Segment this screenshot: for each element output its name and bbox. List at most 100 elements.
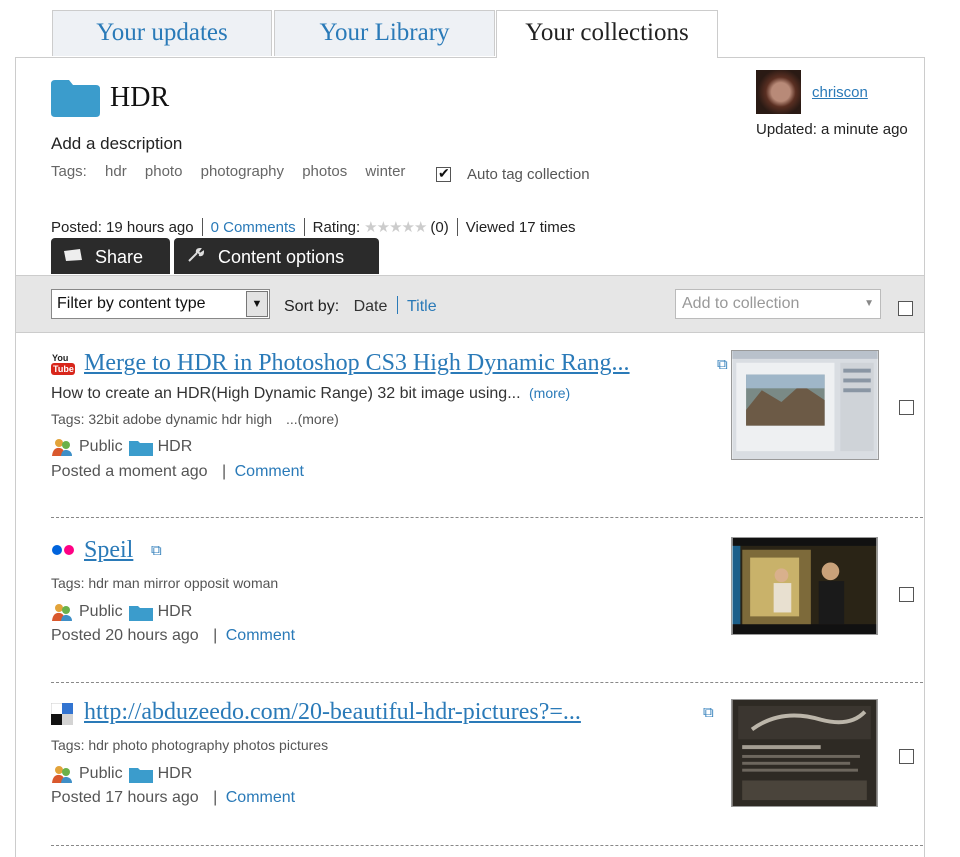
visibility-label: Public [79, 765, 123, 782]
collection-title: HDR [110, 82, 170, 113]
collection-name[interactable]: HDR [158, 438, 193, 456]
comment-link[interactable]: Comment [226, 627, 295, 644]
rating-count: (0) [430, 218, 449, 236]
external-link-icon[interactable]: ⧉ [703, 704, 714, 721]
external-link-icon[interactable]: ⧉ [717, 356, 728, 373]
tag-photography[interactable]: photography [201, 163, 284, 180]
youtube-icon: You Tube [51, 353, 75, 375]
tab-your-updates[interactable]: Your updates [52, 10, 272, 56]
add-to-collection-select[interactable]: Add to collection ▼ [675, 289, 881, 319]
tags-more-link[interactable]: ...(more) [286, 411, 339, 427]
posted-row: Posted 20 hours ago | Comment [51, 627, 296, 644]
divider [396, 296, 398, 314]
item-description: How to create an HDR(High Dynamic Range)… [51, 385, 570, 403]
content-options-button[interactable]: Content options [174, 238, 379, 274]
delicious-icon [51, 703, 73, 725]
content-type-filter[interactable]: Filter by content type ▼ [51, 289, 270, 319]
share-icon [64, 249, 82, 261]
item-thumbnail[interactable] [731, 699, 878, 807]
posted-time: Posted a moment ago [51, 463, 208, 480]
rating-label: Rating: [312, 218, 361, 236]
posted-time: Posted: 19 hours ago [51, 218, 194, 236]
folder-icon [128, 440, 153, 456]
list-item: http://abduzeedo.com/20-beautiful-hdr-pi… [51, 699, 921, 819]
sort-by: Sort by: Date Title [284, 296, 437, 316]
folder-icon [128, 605, 153, 621]
tag-winter[interactable]: winter [365, 163, 405, 180]
visibility-row: Public HDR [51, 437, 192, 457]
posted-time: Posted 17 hours ago [51, 789, 199, 806]
item-tags: Tags: 32bit adobe dynamic hdr high ...(m… [51, 411, 339, 427]
people-icon [52, 439, 72, 456]
divider [456, 218, 458, 236]
item-checkbox[interactable] [899, 400, 914, 415]
add-to-collection-label: Add to collection [682, 295, 800, 312]
tab-bar: Your updates Your Library Your collectio… [0, 0, 960, 58]
tag-photo[interactable]: photo [145, 163, 183, 180]
visibility-row: Public HDR [51, 602, 192, 622]
tag-photos[interactable]: photos [302, 163, 347, 180]
view-count: Viewed 17 times [465, 218, 576, 236]
item-tags: Tags: hdr man mirror opposit woman [51, 575, 279, 591]
tab-your-collections[interactable]: Your collections [496, 10, 718, 58]
add-description-link[interactable]: Add a description [51, 134, 182, 154]
svg-text:You: You [52, 353, 68, 363]
list-item: You Tube Merge to HDR in Photoshop CS3 H… [51, 350, 921, 500]
more-link[interactable]: (more) [529, 385, 570, 401]
sort-title[interactable]: Title [407, 298, 437, 315]
folder-icon [128, 767, 153, 783]
divider [303, 218, 305, 236]
select-all-checkbox[interactable] [898, 301, 913, 316]
item-checkbox[interactable] [899, 587, 914, 602]
filter-bar: Filter by content type ▼ Sort by: Date T… [16, 275, 924, 333]
item-tags: Tags: hdr photo photography photos pictu… [51, 737, 329, 753]
item-thumbnail[interactable] [731, 350, 879, 460]
comment-link[interactable]: Comment [226, 789, 295, 806]
updated-time: Updated: a minute ago [756, 121, 908, 138]
sort-label: Sort by: [284, 298, 340, 315]
author-link[interactable]: chriscon [812, 84, 868, 101]
people-icon [52, 766, 72, 783]
visibility-row: Public HDR [51, 764, 192, 784]
folder-icon [51, 80, 100, 117]
item-title-link[interactable]: http://abduzeedo.com/20-beautiful-hdr-pi… [84, 699, 581, 726]
visibility-label: Public [79, 438, 123, 455]
chevron-down-icon: ▼ [246, 291, 268, 317]
item-title-link[interactable]: Speil [84, 537, 133, 564]
share-button[interactable]: Share [51, 238, 170, 274]
collection-meta: Posted: 19 hours ago 0 Comments Rating: … [51, 218, 576, 236]
description-text: How to create an HDR(High Dynamic Range)… [51, 385, 521, 402]
collection-tags: Tags: hdr photo photography photos winte… [51, 163, 419, 180]
item-divider [51, 845, 923, 846]
external-link-icon[interactable]: ⧉ [151, 542, 162, 559]
item-checkbox[interactable] [899, 749, 914, 764]
people-icon [52, 604, 72, 621]
comments-link[interactable]: 0 Comments [211, 219, 296, 236]
svg-text:Tube: Tube [53, 364, 74, 374]
tab-your-library[interactable]: Your Library [274, 10, 495, 56]
tags-label: Tags: [51, 163, 87, 180]
item-title-link[interactable]: Merge to HDR in Photoshop CS3 High Dynam… [84, 350, 630, 377]
share-label: Share [95, 247, 144, 267]
tag-hdr[interactable]: hdr [105, 163, 127, 180]
visibility-label: Public [79, 603, 123, 620]
auto-tag-toggle: Auto tag collection [436, 165, 590, 183]
posted-time: Posted 20 hours ago [51, 627, 199, 644]
item-thumbnail[interactable] [731, 537, 878, 635]
collection-name[interactable]: HDR [158, 765, 193, 783]
item-tags-text: Tags: 32bit adobe dynamic hdr high [51, 411, 273, 427]
chevron-down-icon: ▼ [864, 298, 874, 309]
sort-date[interactable]: Date [354, 298, 388, 315]
collection-name[interactable]: HDR [158, 603, 193, 621]
posted-row: Posted 17 hours ago | Comment [51, 789, 296, 806]
comment-link[interactable]: Comment [235, 463, 304, 480]
divider [201, 218, 203, 236]
item-divider [51, 682, 923, 683]
auto-tag-checkbox[interactable] [436, 165, 451, 182]
content-options-label: Content options [218, 247, 345, 267]
flickr-icon [52, 545, 74, 555]
rating-stars[interactable]: ★★★★★ [364, 218, 427, 236]
posted-row: Posted a moment ago | Comment [51, 463, 304, 480]
avatar[interactable] [756, 70, 801, 114]
filter-select-value: Filter by content type [57, 295, 206, 312]
